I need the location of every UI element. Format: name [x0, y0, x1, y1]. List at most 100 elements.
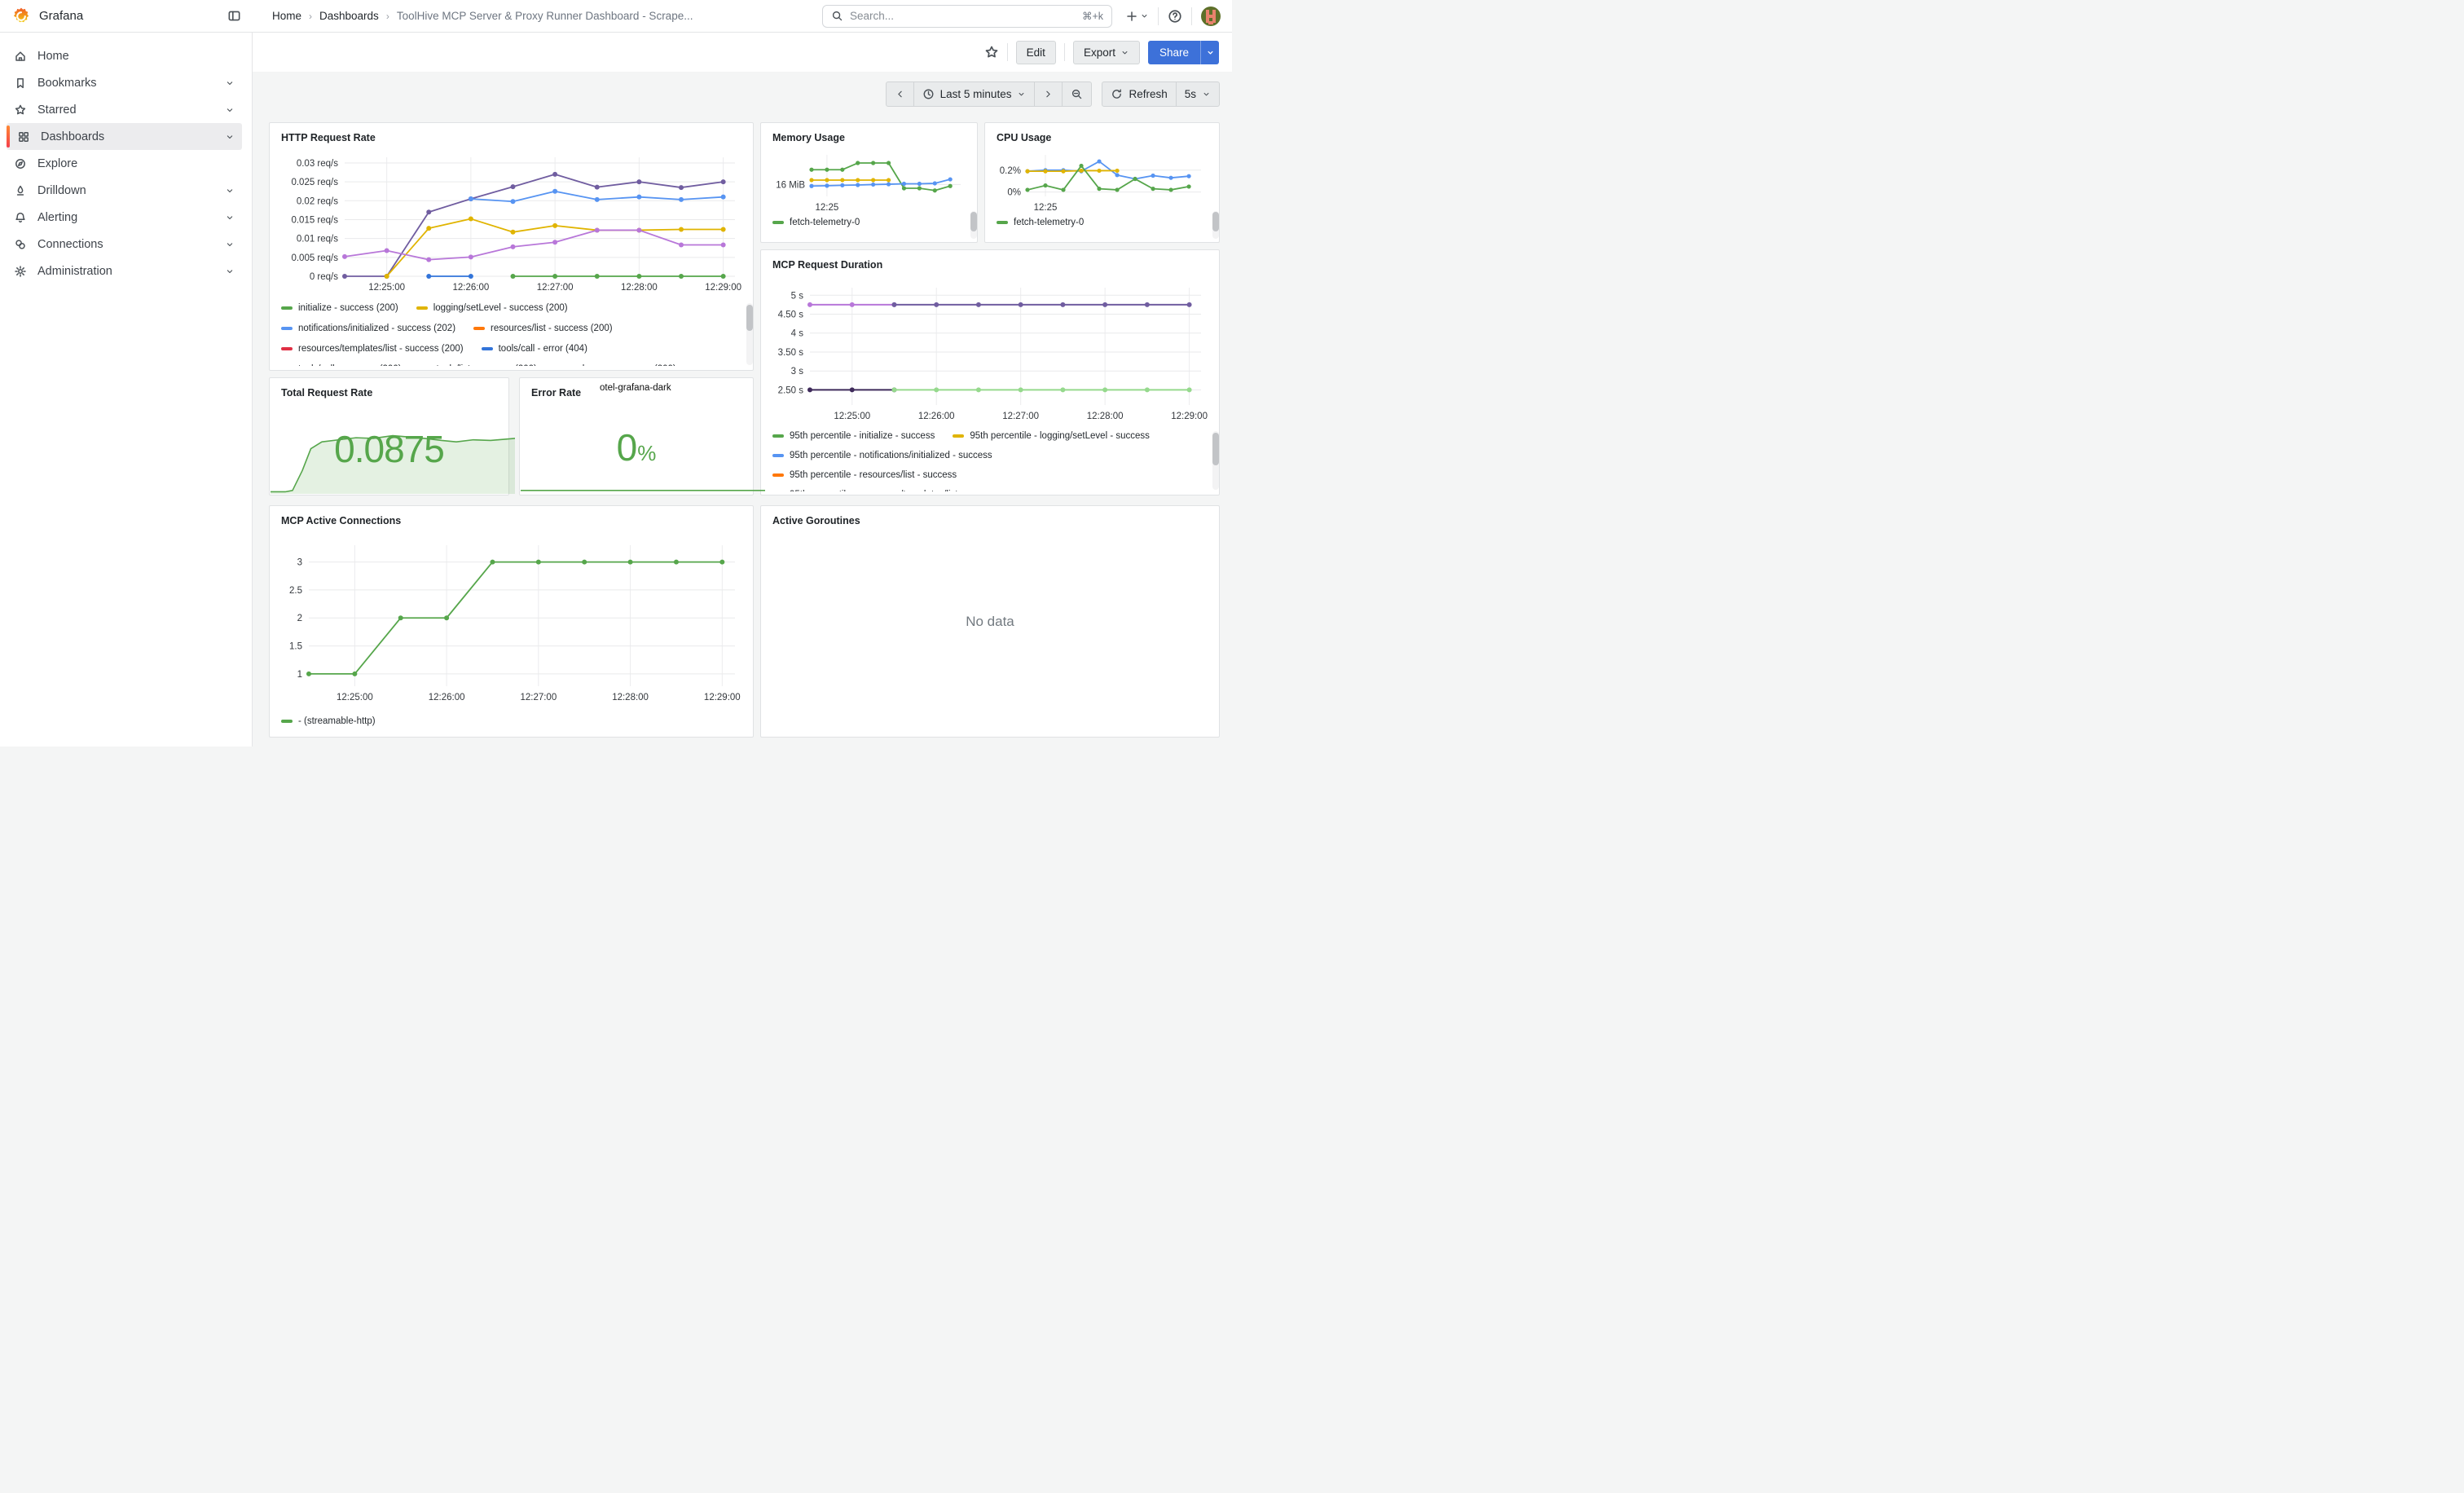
edit-button[interactable]: Edit — [1016, 41, 1056, 64]
nav-brand: Grafana — [0, 7, 253, 26]
svg-text:0%: 0% — [1007, 188, 1021, 198]
legend-swatch — [997, 221, 1008, 224]
legend-swatch — [416, 306, 428, 310]
no-data-message: No data — [761, 506, 1219, 737]
chart-legend: fetch-telemetry-0 — [992, 213, 1212, 236]
legend-item[interactable]: tools/list - success (200) — [420, 364, 537, 367]
svg-text:12:29:00: 12:29:00 — [704, 693, 741, 702]
time-shift-back-button[interactable] — [886, 81, 914, 107]
time-shift-forward-button[interactable] — [1035, 81, 1063, 107]
legend-item[interactable]: notifications/initialized - success (202… — [281, 324, 455, 333]
breadcrumb-item-dashboards[interactable]: Dashboards — [319, 10, 379, 22]
legend-label: resources/templates/list - success (200) — [298, 344, 464, 354]
legend-label: tools/call - error (404) — [499, 344, 587, 354]
legend-item[interactable]: 95th percentile - resources/list - succe… — [772, 470, 957, 480]
chevron-down-icon — [1017, 90, 1026, 99]
legend-item[interactable]: logging/setLevel - success (200) — [416, 303, 568, 313]
sidebar-item-administration[interactable]: Administration — [7, 258, 242, 284]
legend-row: 95th percentile - notifications/initiali… — [772, 446, 1212, 465]
search-field[interactable] — [850, 10, 1076, 22]
legend-item[interactable]: 95th percentile - notifications/initiali… — [772, 451, 992, 460]
chevron-down-icon — [225, 266, 235, 276]
refresh-interval-picker[interactable]: 5s — [1177, 81, 1220, 107]
panel-title[interactable]: HTTP Request Rate — [276, 130, 746, 149]
legend-scrollbar[interactable] — [1212, 211, 1219, 239]
divider — [1064, 43, 1065, 61]
legend-item[interactable]: resources/templates/list - success (200) — [281, 344, 464, 354]
dock-sidebar-icon[interactable] — [227, 9, 241, 23]
active-indicator — [7, 126, 10, 148]
nav-actions — [1125, 7, 1232, 26]
sidebar-item-starred[interactable]: Starred — [7, 96, 242, 123]
sidebar-item-bookmarks[interactable]: Bookmarks — [7, 69, 242, 96]
legend-scrollbar[interactable] — [1212, 431, 1219, 490]
legend-item[interactable]: initialize - success (200) — [281, 303, 398, 313]
legend-item[interactable]: unknown - success (200) — [555, 364, 676, 367]
divider — [1158, 7, 1159, 25]
sidebar-item-dashboards[interactable]: Dashboards — [7, 123, 242, 150]
star-dashboard-icon[interactable] — [984, 45, 999, 59]
search-icon — [831, 10, 843, 22]
compass-icon — [14, 157, 27, 170]
legend-item[interactable]: 95th percentile - logging/setLevel - suc… — [953, 431, 1150, 441]
legend-label: fetch-telemetry-0 — [790, 218, 860, 227]
legend-item[interactable]: 95th percentile - resources/templates/li… — [772, 490, 1000, 491]
sidebar-item-connections[interactable]: Connections — [7, 231, 242, 258]
svg-text:12:28:00: 12:28:00 — [1087, 412, 1124, 421]
memory-usage-chart[interactable]: 16 MiB12:25 — [768, 149, 970, 211]
legend-item[interactable]: fetch-telemetry-0 — [997, 218, 1084, 227]
panel-mcp-active-connections: MCP Active Connections 32.521.5112:25:00… — [269, 505, 754, 738]
share-button[interactable]: Share — [1148, 41, 1200, 64]
svg-text:12:27:00: 12:27:00 — [537, 283, 574, 293]
help-icon[interactable] — [1168, 9, 1182, 24]
breadcrumb-separator: › — [309, 11, 312, 22]
legend-item[interactable]: resources/list - success (200) — [473, 324, 613, 333]
legend-item[interactable]: 95th percentile - initialize - success — [772, 431, 935, 441]
refresh-button[interactable]: Refresh — [1102, 81, 1176, 107]
zoom-out-time-button[interactable] — [1063, 81, 1092, 107]
panel-title[interactable]: Total Request Rate — [276, 385, 502, 404]
sidebar-item-drilldown[interactable]: Drilldown — [7, 177, 242, 204]
panel-title[interactable]: CPU Usage — [992, 130, 1212, 149]
http-request-rate-chart[interactable]: 0 req/s0.005 req/s0.01 req/s0.015 req/s0… — [276, 149, 746, 296]
legend-item[interactable]: fetch-telemetry-0 — [772, 218, 860, 227]
mcp-request-duration-chart[interactable]: 5 s4.50 s4 s3.50 s3 s2.50 s12:25:0012:26… — [768, 276, 1212, 425]
svg-text:12:26:00: 12:26:00 — [429, 693, 465, 702]
drilldown-icon — [14, 184, 27, 197]
legend-scrollbar[interactable] — [746, 303, 753, 365]
legend-label: unknown - success (200) — [572, 364, 676, 367]
legend-label: - (streamable-http) — [298, 716, 376, 726]
export-button[interactable]: Export — [1073, 41, 1140, 64]
refresh-group: Refresh 5s — [1102, 81, 1220, 107]
legend-item[interactable]: tools/call - success (200) — [281, 364, 402, 367]
time-controls: Last 5 minutes — [886, 81, 1220, 107]
legend-label: fetch-telemetry-0 — [1014, 218, 1084, 227]
legend-item[interactable]: - (streamable-http) — [281, 716, 376, 726]
legend-label: tools/list - success (200) — [437, 364, 537, 367]
share-dropdown-caret[interactable] — [1200, 41, 1219, 64]
sidebar-item-alerting[interactable]: Alerting — [7, 204, 242, 231]
cpu-usage-chart[interactable]: 0.2%0%12:25 — [992, 149, 1212, 211]
grafana-logo-icon[interactable] — [11, 7, 31, 26]
mcp-active-connections-chart[interactable]: 32.521.5112:25:0012:26:0012:27:0012:28:0… — [276, 532, 746, 711]
time-range-picker[interactable]: Last 5 minutes — [914, 81, 1036, 107]
panel-title[interactable]: MCP Request Duration — [768, 257, 1212, 276]
sidebar-item-explore[interactable]: Explore — [7, 150, 242, 177]
sidebar-item-home[interactable]: Home — [7, 42, 242, 69]
add-new-button[interactable] — [1125, 10, 1149, 23]
search-input[interactable]: ⌘+k — [822, 5, 1112, 28]
legend-item[interactable]: tools/call - error (404) — [482, 344, 587, 354]
error-rate-sparkline — [521, 482, 765, 494]
gear-icon — [14, 265, 27, 278]
legend-row: initialize - success (200) logging/setLev… — [281, 297, 746, 318]
legend-scrollbar[interactable] — [970, 211, 977, 239]
refresh-icon — [1111, 88, 1123, 100]
legend-swatch — [772, 221, 784, 224]
divider — [1007, 43, 1008, 61]
sidebar-item-label: Connections — [37, 238, 214, 251]
breadcrumb-item-home[interactable]: Home — [272, 10, 301, 22]
panel-title[interactable]: MCP Active Connections — [276, 513, 746, 532]
panel-title[interactable]: Memory Usage — [768, 130, 970, 149]
svg-text:12:29:00: 12:29:00 — [1171, 412, 1208, 421]
user-avatar[interactable] — [1201, 7, 1221, 26]
